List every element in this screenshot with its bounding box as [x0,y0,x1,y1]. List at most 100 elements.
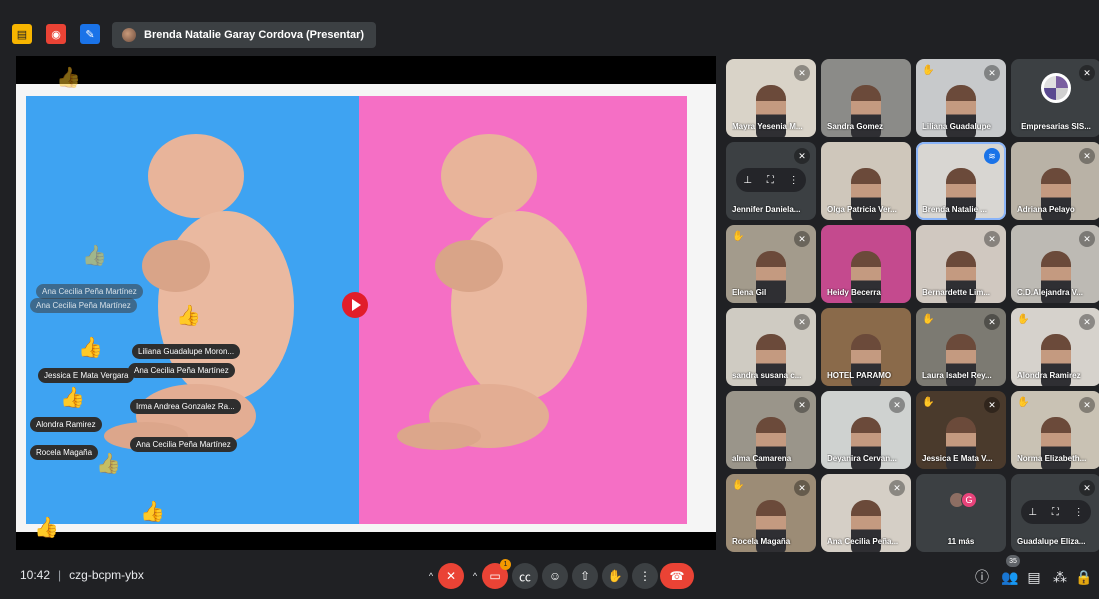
meeting-time: 10:42 [20,568,51,582]
pin-icon[interactable]: ⊥ [1028,507,1037,518]
mic-off-icon: ✕ [889,480,905,496]
participant-name: Guadalupe Eliza... [1017,537,1086,546]
participant-name: Empresarias SIS... [1021,122,1091,131]
participant-grid: ✕ Mayra Yesenia M... Sandra Gomez ✋ ✕ Li… [724,56,1099,552]
whiteboard-icon[interactable]: ✎ [80,24,100,44]
participant-tile[interactable]: ✋ ✕ Alondra Ramirez [1011,308,1099,386]
participant-tile[interactable]: Sandra Gomez [821,59,911,137]
raise-hand-button[interactable]: ✋ [602,563,628,589]
participant-tile[interactable]: ✋ ✕ Liliana Guadalupe [916,59,1006,137]
overflow-avatars: G [949,492,977,508]
participant-tile[interactable]: ✋ ✕ Jessica E Mata V... [916,391,1006,469]
participant-tile[interactable]: ✋ ✕ Laura Isabel Rey... [916,308,1006,386]
participant-name: Laura Isabel Rey... [922,371,992,380]
participant-name: Ana Cecilia Peña... [827,537,899,546]
participant-name: sandra susana c... [732,371,802,380]
participant-name: Rocela Magaña [732,537,791,546]
participant-name: Jessica E Mata V... [922,454,993,463]
record-icon[interactable]: ◉ [46,24,66,44]
chat-icon[interactable]: ▤ [1024,567,1044,587]
mic-off-icon: ✕ [794,148,810,164]
mic-off-icon: ✕ [1079,397,1095,413]
participant-tile[interactable]: ✕ Deyanira Cervan... [821,391,911,469]
mic-toggle-button[interactable]: ✕ [438,563,464,589]
mic-off-icon: ✕ [1079,148,1095,164]
participant-name: Brenda Natalie ... [922,205,987,214]
thumbs-up-icon: 👍 [34,517,59,539]
meeting-details-icon[interactable]: ⓘ [972,567,992,587]
participant-tile[interactable]: ✋ ✕ Rocela Magaña [726,474,816,552]
more-options-button[interactable]: ⋮ [632,563,658,589]
raised-hand-icon: ✋ [922,397,935,408]
participant-tile[interactable]: ✕ Empresarias SIS... [1011,59,1099,137]
overflow-participants-tile[interactable]: G 11 más [916,474,1006,552]
participant-tile[interactable]: HOTEL PARAMO [821,308,911,386]
bottom-bar: 10:42 | czg-bcpm-ybx ^ ✕ ^ ▭ 1 ㏄ ☺ ⇧ ✋ ⋮ ☎ … [0,553,1099,599]
reaction-name-tag: Ana Cecilia Peña Martínez [30,298,137,313]
mic-off-icon: ✕ [1079,65,1095,81]
raised-hand-icon: ✋ [1017,314,1030,325]
participant-tile[interactable]: ✕ Adriana Pelayo [1011,142,1099,220]
participant-name: Norma Elizabeth... [1017,454,1087,463]
participant-tile[interactable]: ✕ Ana Cecilia Peña... [821,474,911,552]
mic-off-icon: ✕ [794,231,810,247]
participant-tile[interactable]: Heidy Becerra [821,225,911,303]
slides-icon[interactable]: ▤ [12,24,32,44]
present-screen-button[interactable]: ⇧ [572,563,598,589]
pin-icon[interactable]: ⊥ [743,175,752,186]
participant-tile[interactable]: ⊥ ⛶ ⋮ ✕ Jennifer Daniela... [726,142,816,220]
participant-tile-speaking[interactable]: ≋ Brenda Natalie ... [916,142,1006,220]
captions-button[interactable]: ㏄ [512,563,538,589]
more-options-icon[interactable]: ⋮ [1074,507,1084,518]
expand-icon[interactable]: ⛶ [1052,507,1059,518]
mic-options-chevron-icon[interactable]: ^ [424,563,438,589]
mic-off-icon: ✕ [984,397,1000,413]
raised-hand-icon: ✋ [922,314,935,325]
people-icon[interactable]: 👥 [1000,567,1020,587]
presenter-chip[interactable]: Brenda Natalie Garay Cordova (Presentar) [112,22,377,48]
raised-hand-icon: ✋ [922,65,935,76]
thumbs-up-icon: 👍 [140,501,165,523]
pin-controls[interactable]: ⊥ ⛶ ⋮ [736,168,806,192]
mic-off-icon: ✕ [1079,314,1095,330]
host-controls-icon[interactable]: 🔒 [1074,567,1094,587]
speaking-icon: ≋ [984,148,1000,164]
raised-hand-icon: ✋ [732,480,745,491]
presenter-label: Brenda Natalie Garay Cordova (Presentar) [144,29,365,41]
mic-off-icon: ✕ [984,231,1000,247]
participant-tile[interactable]: Olga Patricia Ver... [821,142,911,220]
mic-off-icon: ✕ [1079,231,1095,247]
presenter-avatar [122,28,136,42]
participant-tile[interactable]: ✕ sandra susana c... [726,308,816,386]
participant-tile[interactable]: ✕ Mayra Yesenia M... [726,59,816,137]
participant-name: Jennifer Daniela... [732,205,801,214]
emoji-reaction-button[interactable]: ☺ [542,563,568,589]
participant-count-badge: 35 [1006,555,1020,567]
participant-name: HOTEL PARAMO [827,371,892,380]
overflow-count: 11 más [947,537,975,546]
mic-off-icon: ✕ [794,480,810,496]
participant-name: Sandra Gomez [827,122,884,131]
more-options-icon[interactable]: ⋮ [789,175,799,186]
participant-name: Deyanira Cervan... [827,454,897,463]
camera-toggle-button[interactable]: ▭ 1 [482,559,511,589]
play-button[interactable] [342,292,368,318]
presentation-stage[interactable]: Ana Cecilia Peña Martínez Ana Cecilia Pe… [16,56,716,550]
participant-name: Elena Gil [732,288,767,297]
participant-tile[interactable]: ✕ alma Camarena [726,391,816,469]
participant-tile[interactable]: ✋ ✕ Norma Elizabeth... [1011,391,1099,469]
leave-call-button[interactable]: ☎ [660,563,694,589]
pin-controls[interactable]: ⊥ ⛶ ⋮ [1021,500,1091,524]
participant-tile[interactable]: ⊥ ⛶ ⋮ ✕ Guadalupe Eliza... [1011,474,1099,552]
activities-icon[interactable]: ⁂ [1050,567,1070,587]
top-bar: ▤ ◉ ✎ Brenda Natalie Garay Cordova (Pres… [0,0,1099,48]
expand-icon[interactable]: ⛶ [767,175,774,186]
participant-tile[interactable]: ✕ Bernardette Lim... [916,225,1006,303]
camera-options-chevron-icon[interactable]: ^ [468,563,482,589]
reaction-name-tag: Ana Cecilia Peña Martínez [128,363,235,378]
thumbs-up-icon: 👍 [56,67,81,89]
participant-tile[interactable]: ✕ C.D.Alejandra V... [1011,225,1099,303]
thumbs-up-icon: 👍 [60,387,85,409]
participant-name: Mayra Yesenia M... [732,122,803,131]
participant-tile[interactable]: ✋ ✕ Elena Gil [726,225,816,303]
